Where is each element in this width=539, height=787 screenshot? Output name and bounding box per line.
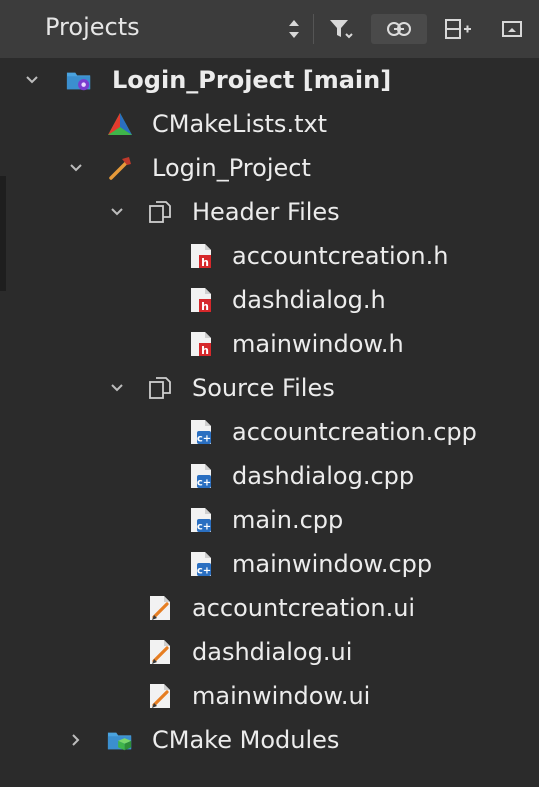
tree-item-label: mainwindow.cpp bbox=[232, 550, 433, 578]
header-separator bbox=[313, 14, 314, 44]
filter-icon[interactable] bbox=[324, 14, 358, 44]
tree-item-dashdialog-ui[interactable]: dashdialog.ui bbox=[0, 630, 539, 674]
tree-item-label: dashdialog.cpp bbox=[232, 462, 415, 490]
svg-text:c+: c+ bbox=[197, 478, 211, 489]
tree-item-header-files[interactable]: Header Files bbox=[0, 190, 539, 234]
header-file-icon: h bbox=[188, 331, 214, 357]
ui-form-file-icon bbox=[147, 595, 173, 621]
chevron-down-icon[interactable] bbox=[66, 146, 86, 190]
tree-item-label: Header Files bbox=[192, 198, 340, 226]
tree-item-cmakelists[interactable]: CMakeLists.txt bbox=[0, 102, 539, 146]
cmake-project-folder-icon bbox=[66, 67, 92, 93]
close-pane-icon[interactable] bbox=[497, 14, 527, 44]
svg-text:h: h bbox=[201, 344, 209, 357]
tree-item-label: CMake Modules bbox=[152, 726, 340, 754]
virtual-folder-icon bbox=[147, 375, 173, 401]
chevron-right-icon[interactable] bbox=[66, 718, 86, 762]
svg-text:c+: c+ bbox=[197, 522, 211, 533]
link-with-editor-icon[interactable] bbox=[371, 14, 427, 44]
tree-item-main-cpp[interactable]: c+ main.cpp bbox=[0, 498, 539, 542]
tree-item-dashdialog-cpp[interactable]: c+ dashdialog.cpp bbox=[0, 454, 539, 498]
cmake-file-icon bbox=[107, 111, 133, 137]
tree-item-label: Source Files bbox=[192, 374, 335, 402]
svg-text:c+: c+ bbox=[197, 434, 211, 445]
tree-item-label: dashdialog.h bbox=[232, 286, 386, 314]
tree-item-login-project-target[interactable]: Login_Project bbox=[0, 146, 539, 190]
tree-item-label: dashdialog.ui bbox=[192, 638, 353, 666]
chevron-down-icon[interactable] bbox=[107, 190, 127, 234]
svg-text:c+: c+ bbox=[197, 566, 211, 577]
view-selector-title[interactable]: Projects bbox=[45, 12, 140, 42]
tree-item-dashdialog-h[interactable]: h dashdialog.h bbox=[0, 278, 539, 322]
tree-item-label: Login_Project [main] bbox=[112, 66, 392, 94]
tree-item-label: accountcreation.h bbox=[232, 242, 449, 270]
virtual-folder-icon bbox=[147, 199, 173, 225]
tree-item-mainwindow-ui[interactable]: mainwindow.ui bbox=[0, 674, 539, 718]
cmake-modules-folder-icon bbox=[107, 727, 133, 753]
tree-item-label: accountcreation.ui bbox=[192, 594, 416, 622]
tree-item-label: mainwindow.h bbox=[232, 330, 404, 358]
tree-item-login-project-root[interactable]: Login_Project [main] bbox=[0, 58, 539, 102]
chevron-down-icon[interactable] bbox=[22, 58, 42, 102]
cpp-file-icon: c+ bbox=[188, 507, 214, 533]
tree-item-label: accountcreation.cpp bbox=[232, 418, 477, 446]
view-selector-updown-icon[interactable] bbox=[283, 14, 305, 44]
tree-item-label: main.cpp bbox=[232, 506, 344, 534]
tree-item-label: mainwindow.ui bbox=[192, 682, 371, 710]
split-view-icon[interactable] bbox=[441, 14, 475, 44]
tree-item-accountcreation-ui[interactable]: accountcreation.ui bbox=[0, 586, 539, 630]
tree-item-mainwindow-cpp[interactable]: c+ mainwindow.cpp bbox=[0, 542, 539, 586]
chevron-down-icon[interactable] bbox=[107, 366, 127, 410]
tree-item-mainwindow-h[interactable]: h mainwindow.h bbox=[0, 322, 539, 366]
tree-item-source-files[interactable]: Source Files bbox=[0, 366, 539, 410]
cpp-file-icon: c+ bbox=[188, 463, 214, 489]
tree-item-accountcreation-cpp[interactable]: c+ accountcreation.cpp bbox=[0, 410, 539, 454]
hammer-build-icon bbox=[107, 155, 133, 181]
tree-item-label: Login_Project bbox=[152, 154, 311, 182]
ui-form-file-icon bbox=[147, 683, 173, 709]
cpp-file-icon: c+ bbox=[188, 419, 214, 445]
ui-form-file-icon bbox=[147, 639, 173, 665]
header-file-icon: h bbox=[188, 243, 214, 269]
tree-item-accountcreation-h[interactable]: h accountcreation.h bbox=[0, 234, 539, 278]
tree-item-cmake-modules[interactable]: CMake Modules bbox=[0, 718, 539, 762]
svg-text:h: h bbox=[201, 300, 209, 313]
projects-header: Projects bbox=[0, 0, 539, 58]
header-file-icon: h bbox=[188, 287, 214, 313]
tree-item-label: CMakeLists.txt bbox=[152, 110, 328, 138]
cpp-file-icon: c+ bbox=[188, 551, 214, 577]
svg-text:h: h bbox=[201, 256, 209, 269]
